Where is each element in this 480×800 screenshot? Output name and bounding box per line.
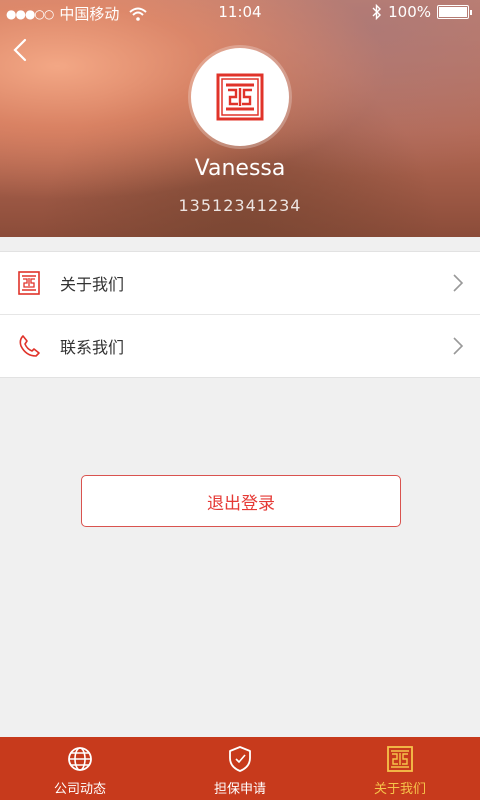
tab-label: 公司动态 bbox=[53, 782, 106, 797]
profile-header: ●●●○○ 中国移动 11:04 100% Vanessa 1351234123… bbox=[0, 0, 480, 237]
user-phone: 13512341234 bbox=[178, 196, 302, 215]
menu-item-label: 关于我们 bbox=[60, 275, 125, 294]
tab-about-us[interactable]: 关于我们 bbox=[320, 737, 480, 800]
logout-button[interactable]: 退出登录 bbox=[81, 475, 401, 527]
bluetooth-icon bbox=[372, 4, 382, 20]
menu-item-about-us[interactable]: 关于我们 bbox=[0, 252, 480, 314]
avatar[interactable] bbox=[191, 48, 289, 146]
back-button[interactable] bbox=[10, 36, 34, 64]
chevron-left-icon bbox=[13, 38, 27, 62]
shield-icon bbox=[229, 746, 251, 772]
seal-logo-icon bbox=[387, 746, 413, 772]
globe-icon bbox=[68, 747, 92, 771]
seal-logo-icon bbox=[216, 73, 264, 121]
settings-menu: 关于我们 联系我们 bbox=[0, 251, 480, 378]
chevron-right-icon bbox=[453, 274, 464, 292]
battery-percent: 100% bbox=[388, 3, 431, 21]
user-name: Vanessa bbox=[194, 156, 286, 181]
menu-item-label: 联系我们 bbox=[60, 338, 125, 357]
menu-item-contact-us[interactable]: 联系我们 bbox=[0, 314, 480, 377]
tab-guarantee-application[interactable]: 担保申请 bbox=[160, 737, 320, 800]
phone-icon bbox=[19, 335, 40, 357]
seal-logo-icon bbox=[18, 271, 40, 295]
tab-company-news[interactable]: 公司动态 bbox=[0, 737, 160, 800]
tab-label: 担保申请 bbox=[213, 782, 266, 797]
status-bar: ●●●○○ 中国移动 11:04 100% bbox=[0, 0, 480, 24]
battery-icon bbox=[437, 5, 469, 19]
tab-label: 关于我们 bbox=[373, 782, 426, 797]
chevron-right-icon bbox=[453, 337, 464, 355]
bottom-tab-bar: 公司动态 担保申请 关于我们 bbox=[0, 737, 480, 800]
